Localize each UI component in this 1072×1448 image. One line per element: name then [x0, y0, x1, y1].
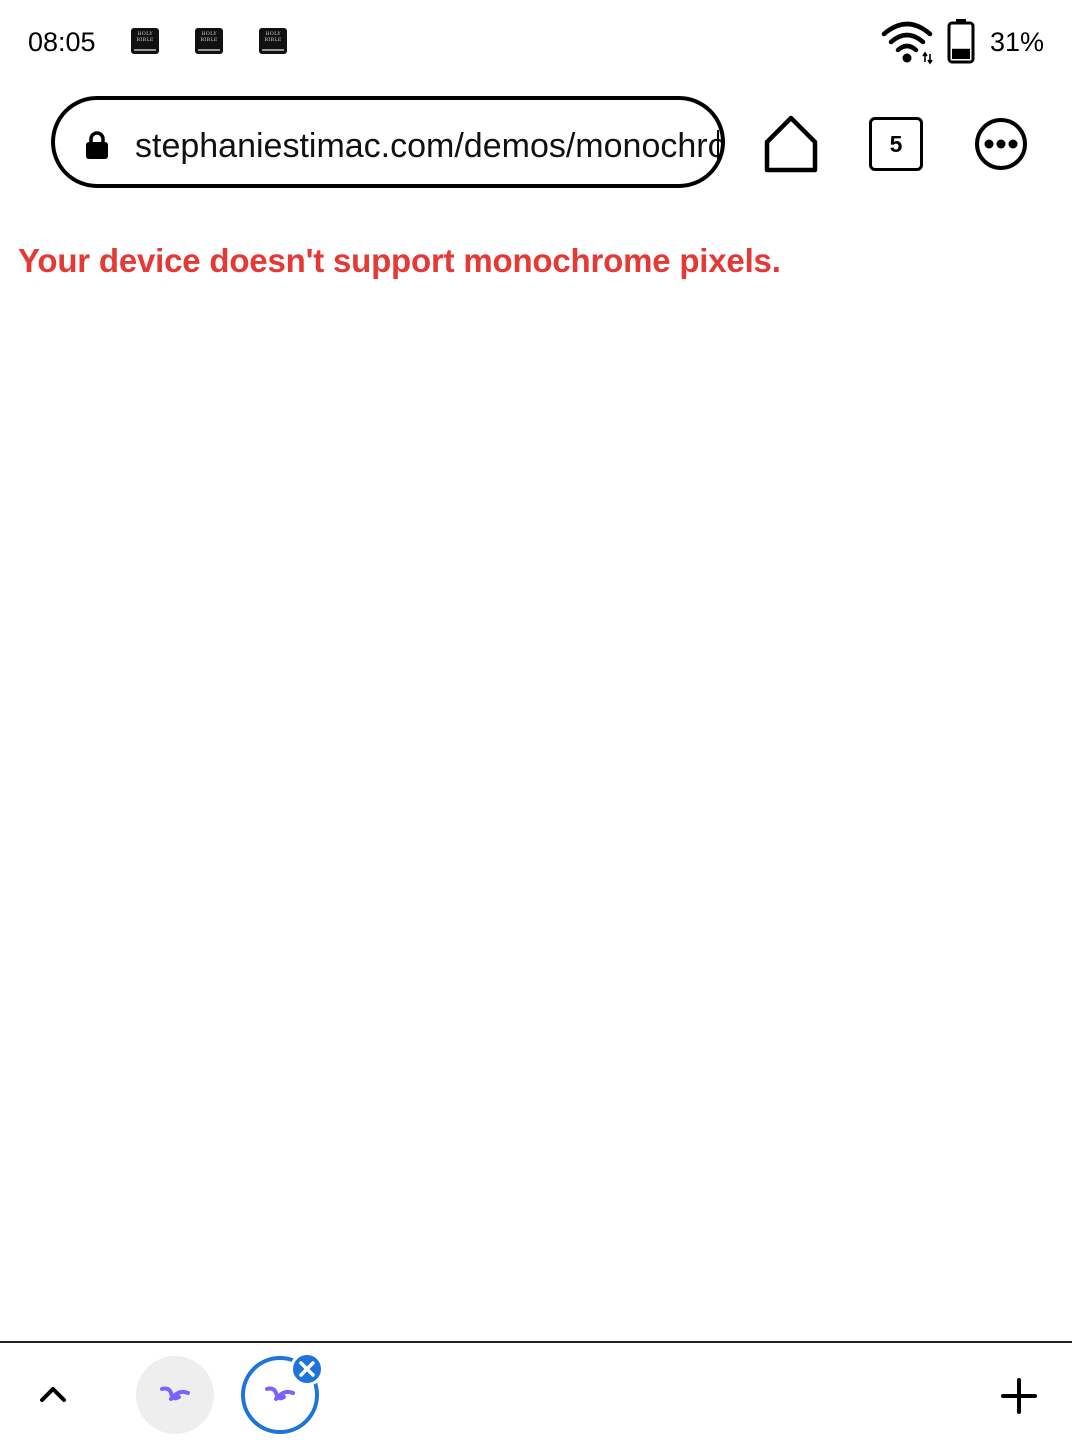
bible-icon-label: HOLY BIBLE — [200, 31, 218, 43]
tab-thumbnail[interactable] — [136, 1356, 214, 1434]
address-bar[interactable]: stephaniestimac.com/demos/monochrome — [51, 96, 725, 188]
bible-app-icon: HOLY BIBLE — [259, 28, 287, 54]
bible-app-icon: HOLY BIBLE — [131, 28, 159, 54]
home-icon[interactable] — [762, 114, 820, 174]
status-time: 08:05 — [28, 27, 96, 57]
text-cursor — [717, 130, 719, 162]
squiggle-favicon-icon — [265, 1386, 295, 1401]
tab-strip — [0, 1343, 1072, 1448]
url-text[interactable]: stephaniestimac.com/demos/monochrome — [135, 126, 721, 166]
chevron-up-icon[interactable] — [38, 1383, 68, 1405]
squiggle-favicon-icon — [160, 1386, 190, 1401]
close-icon — [299, 1361, 315, 1377]
more-dots-icon[interactable] — [974, 117, 1028, 171]
bible-icon-label: HOLY BIBLE — [136, 31, 154, 43]
status-bar: 08:05 HOLY BIBLE HOLY BIBLE HOLY BIBLE 3… — [0, 0, 1072, 84]
close-tab-button[interactable] — [290, 1352, 324, 1386]
battery-icon — [947, 19, 975, 64]
unsupported-message: Your device doesn't support monochrome p… — [18, 242, 781, 279]
bible-icon-label: HOLY BIBLE — [264, 31, 282, 43]
battery-percentage: 31% — [990, 27, 1045, 57]
wifi-icon — [881, 21, 933, 65]
bible-app-icon: HOLY BIBLE — [195, 28, 223, 54]
plus-icon[interactable] — [1000, 1377, 1038, 1415]
lock-icon — [86, 131, 108, 159]
tab-count-button[interactable]: 5 — [869, 117, 923, 171]
browser-screen: 08:05 HOLY BIBLE HOLY BIBLE HOLY BIBLE 3… — [0, 0, 1072, 1448]
